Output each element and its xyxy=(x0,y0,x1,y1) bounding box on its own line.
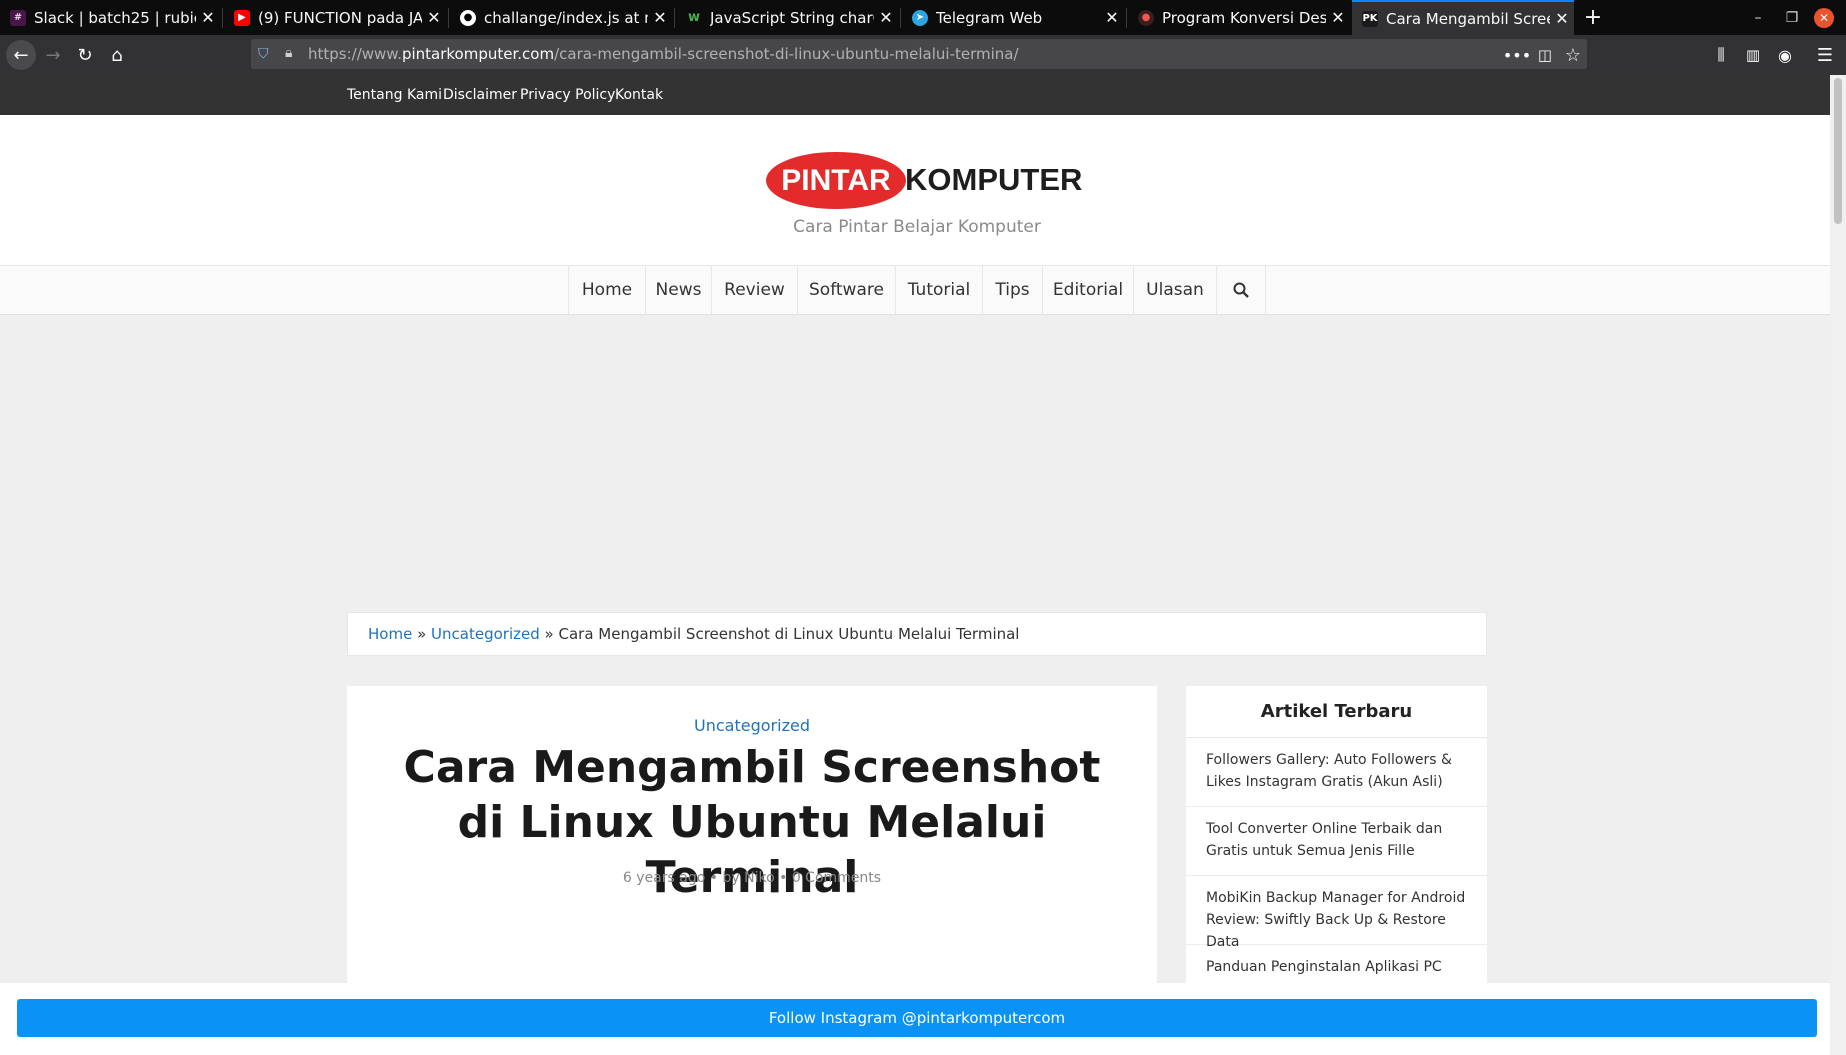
url-text[interactable]: https://www.pintarkomputer.com/cara-meng… xyxy=(308,39,1019,69)
close-icon[interactable]: ✕ xyxy=(874,8,898,27)
close-icon[interactable]: ✕ xyxy=(1326,8,1350,27)
tab-separator xyxy=(222,8,223,28)
tab-separator xyxy=(1126,8,1127,28)
top-link-tentang[interactable]: Tentang Kami xyxy=(347,75,442,115)
nav-software[interactable]: Software xyxy=(797,265,895,315)
sidebar-article-link[interactable]: Tool Converter Online Terbaik dan Gratis… xyxy=(1186,807,1487,876)
close-icon[interactable]: ✕ xyxy=(1550,9,1574,28)
post-category[interactable]: Uncategorized xyxy=(347,716,1157,735)
tab-pintarkomputer[interactable]: PK Cara Mengambil Screens ✕ xyxy=(1352,0,1574,35)
nav-news[interactable]: News xyxy=(645,265,711,315)
close-icon[interactable]: ✕ xyxy=(1100,8,1124,27)
github-icon: ● xyxy=(460,9,476,26)
meta-dot: • xyxy=(709,870,719,886)
back-arrow-icon[interactable]: ← xyxy=(6,40,36,70)
post-meta: 6 years ago • by Niko • 0 Comments xyxy=(347,870,1157,886)
tab-github[interactable]: ● challange/index.js at ma ✕ xyxy=(450,0,672,35)
sidebar-article-link[interactable]: Followers Gallery: Auto Followers & Like… xyxy=(1186,738,1487,807)
close-icon[interactable]: ✕ xyxy=(422,8,446,27)
breadcrumb: Home » Uncategorized » Cara Mengambil Sc… xyxy=(347,612,1487,656)
tab-title: challange/index.js at ma xyxy=(484,8,648,27)
breadcrumb-category[interactable]: Uncategorized xyxy=(431,625,540,643)
close-icon[interactable]: ✕ xyxy=(196,8,220,27)
nav-home[interactable]: Home xyxy=(568,265,645,315)
meta-dot: • xyxy=(779,870,788,886)
minimize-icon[interactable]: – xyxy=(1742,0,1774,35)
site-tagline: Cara Pintar Belajar Komputer xyxy=(793,217,1041,237)
url-domain: pintarkomputer.com xyxy=(401,45,555,63)
post-by: by xyxy=(722,870,740,886)
home-icon[interactable]: ⌂ xyxy=(102,40,132,70)
tab-slack[interactable]: # Slack | batch25 | rubicode ✕ xyxy=(0,0,220,35)
reload-icon[interactable]: ↻ xyxy=(70,40,100,70)
tab-title: Cara Mengambil Screens xyxy=(1386,9,1550,28)
pocket-icon[interactable]: ◫ xyxy=(1530,40,1560,70)
library-icon[interactable]: ⫼ xyxy=(1706,40,1736,70)
w3schools-icon: w xyxy=(686,9,702,26)
new-tab-plus-icon[interactable]: + xyxy=(1580,0,1606,35)
pk-icon: PK xyxy=(1362,10,1378,27)
search-icon[interactable] xyxy=(1216,265,1266,315)
tab-separator xyxy=(674,8,675,28)
scrollbar-thumb[interactable] xyxy=(1834,78,1842,224)
menu-icon[interactable]: ☰ xyxy=(1810,40,1840,70)
logo-badge[interactable]: PINTAR xyxy=(766,152,906,209)
window-close-icon[interactable]: ✕ xyxy=(1808,0,1840,35)
page-actions-icon[interactable]: ••• xyxy=(1502,40,1532,70)
sidebar-title: Artikel Terbaru xyxy=(1186,686,1487,738)
breadcrumb-current: Cara Mengambil Screenshot di Linux Ubunt… xyxy=(558,625,1020,643)
tab-youtube[interactable]: ▶ (9) FUNCTION pada JAVA ✕ xyxy=(224,0,446,35)
logo-text[interactable]: KOMPUTER xyxy=(905,160,1082,200)
post-time: 6 years ago xyxy=(622,870,706,886)
top-link-privacy[interactable]: Privacy Policy xyxy=(520,75,615,115)
url-path: /cara-mengambil-screenshot-di-linux-ubun… xyxy=(554,45,1019,63)
site-top-bar xyxy=(0,75,1846,115)
tab-konversi[interactable]: ● Program Konversi Desim ✕ xyxy=(1128,0,1350,35)
nav-editorial[interactable]: Editorial xyxy=(1042,265,1133,315)
post-author[interactable]: Niko xyxy=(744,870,775,886)
lock-icon[interactable]: 🔒︎ xyxy=(285,45,292,61)
close-icon[interactable]: ✕ xyxy=(648,8,672,27)
bookmark-star-icon[interactable]: ☆ xyxy=(1558,40,1588,70)
nav-tutorial[interactable]: Tutorial xyxy=(895,265,982,315)
post-comments[interactable]: 0 Comments xyxy=(792,870,881,886)
tab-title: JavaScript String charCo xyxy=(710,8,874,27)
sidebar-icon[interactable]: ▥ xyxy=(1738,40,1768,70)
restore-icon[interactable]: ❐ xyxy=(1776,0,1808,35)
site-icon: ● xyxy=(1138,9,1154,26)
top-link-kontak[interactable]: Kontak xyxy=(615,75,663,115)
breadcrumb-sep: » xyxy=(417,625,427,643)
tab-title: (9) FUNCTION pada JAVA xyxy=(258,8,422,27)
breadcrumb-home[interactable]: Home xyxy=(368,625,412,643)
tab-separator xyxy=(900,8,901,28)
tab-title: Program Konversi Desim xyxy=(1162,8,1326,27)
telegram-icon: ➤ xyxy=(912,9,928,26)
tab-title: Telegram Web xyxy=(936,8,1043,27)
tracking-shield-icon[interactable]: ⛉ xyxy=(258,46,269,62)
youtube-icon: ▶ xyxy=(234,9,250,26)
tab-w3schools[interactable]: w JavaScript String charCo ✕ xyxy=(676,0,898,35)
breadcrumb-sep: » xyxy=(544,625,554,643)
slack-icon: # xyxy=(10,9,26,26)
sidebar-article-link[interactable]: MobiKin Backup Manager for Android Revie… xyxy=(1186,876,1487,950)
top-link-disclaimer[interactable]: Disclaimer xyxy=(443,75,517,115)
account-icon[interactable]: ◉ xyxy=(1770,40,1800,70)
tab-telegram[interactable]: ➤ Telegram Web ✕ xyxy=(902,0,1124,35)
nav-ulasan[interactable]: Ulasan xyxy=(1133,265,1216,315)
nav-tips[interactable]: Tips xyxy=(982,265,1042,315)
tab-separator xyxy=(448,8,449,28)
tab-title: Slack | batch25 | rubicode xyxy=(34,8,196,27)
follow-instagram-button[interactable]: Follow Instagram @pintarkomputercom xyxy=(17,999,1817,1037)
url-prefix: https://www. xyxy=(308,45,402,63)
nav-review[interactable]: Review xyxy=(711,265,797,315)
forward-arrow-icon[interactable]: → xyxy=(38,40,68,70)
